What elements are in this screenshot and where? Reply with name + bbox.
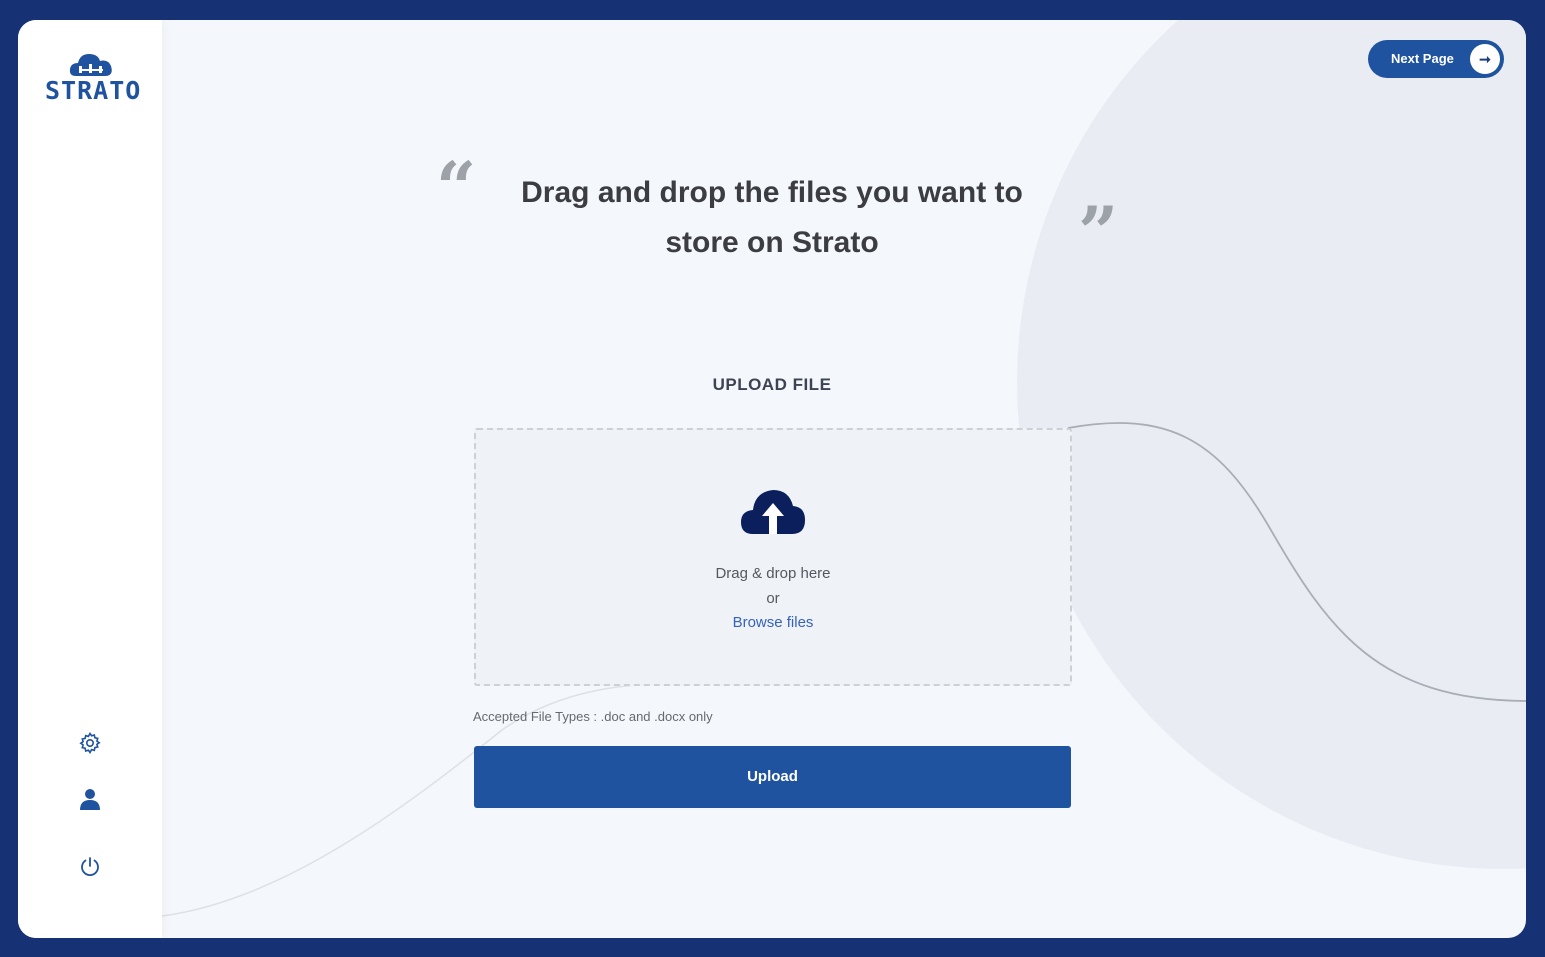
app-window: STRATO Next Page ➞ “ Drag and drop the f… — [18, 20, 1526, 938]
page-headline: Drag and drop the files you want to stor… — [472, 168, 1072, 268]
sidebar: STRATO — [18, 20, 162, 938]
file-dropzone[interactable]: Drag & drop here or Browse files — [474, 428, 1072, 686]
strato-logo[interactable]: STRATO — [45, 50, 142, 105]
logo-text: STRATO — [45, 76, 142, 105]
headline-line-1: Drag and drop the files you want to — [521, 176, 1023, 209]
browse-files-link[interactable]: Browse files — [476, 614, 1070, 631]
close-quote-icon: ” — [1078, 191, 1119, 274]
logo-cloud-icon — [69, 54, 112, 76]
drag-drop-text: Drag & drop here — [715, 565, 831, 582]
or-text: or — [766, 590, 780, 607]
power-icon[interactable] — [78, 855, 102, 879]
accepted-file-types: Accepted File Types : .doc and .docx onl… — [473, 709, 713, 724]
next-page-button[interactable]: Next Page ➞ — [1368, 40, 1504, 78]
next-page-label: Next Page — [1391, 51, 1454, 66]
upload-file-title: UPLOAD FILE — [712, 375, 832, 394]
headline-line-2: store on Strato — [665, 226, 879, 259]
user-icon[interactable] — [78, 787, 102, 811]
gear-icon[interactable] — [78, 731, 102, 755]
upload-button[interactable]: Upload — [474, 746, 1071, 808]
arrow-right-icon: ➞ — [1470, 44, 1500, 74]
open-quote-icon: “ — [436, 146, 477, 229]
cloud-upload-icon — [741, 490, 805, 534]
main-content: Next Page ➞ “ Drag and drop the files yo… — [162, 20, 1526, 938]
